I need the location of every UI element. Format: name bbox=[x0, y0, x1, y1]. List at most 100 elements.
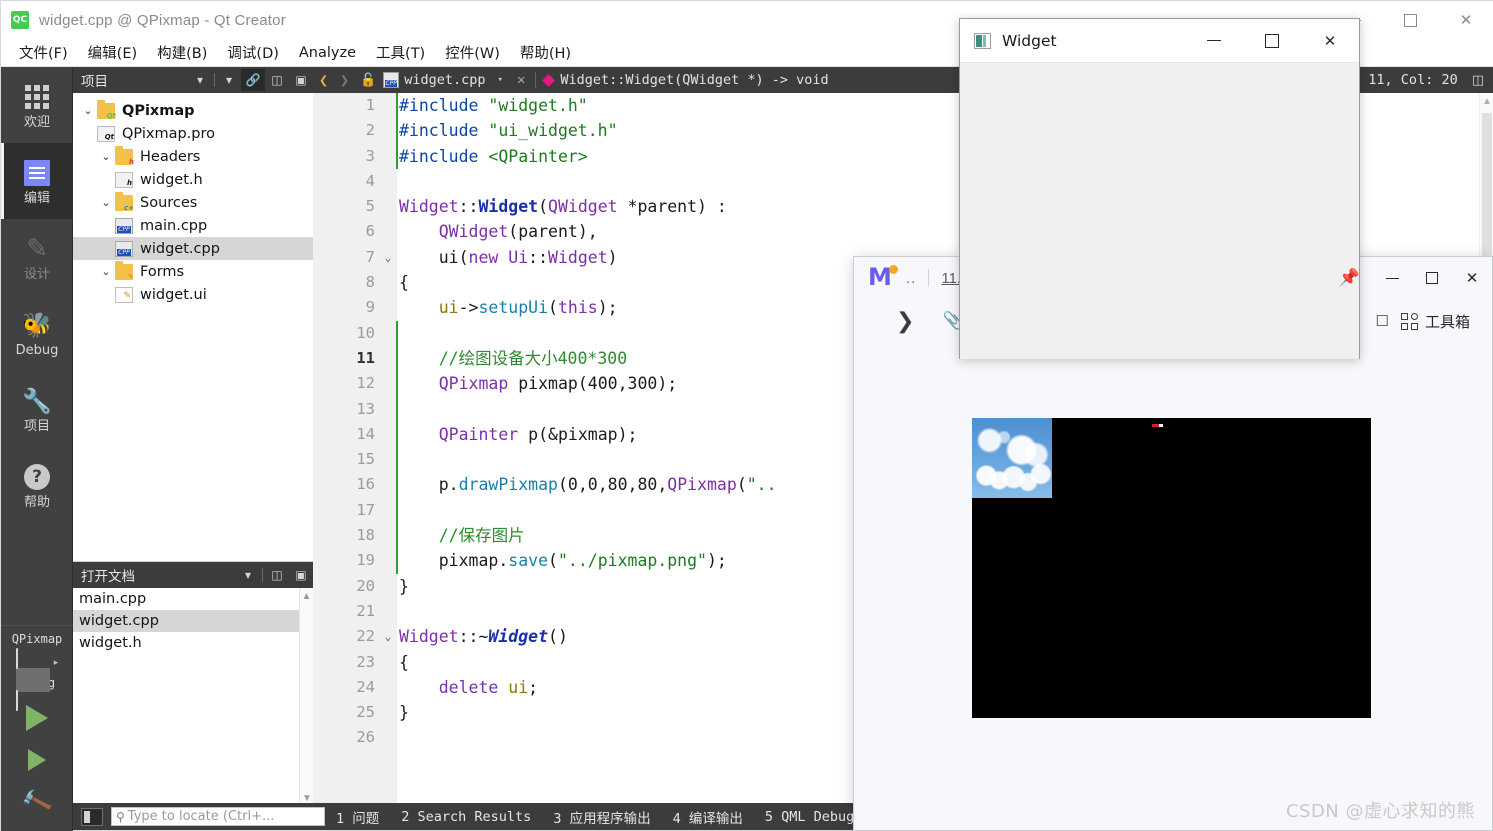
fold-chevron-icon[interactable]: ⌄ bbox=[381, 624, 395, 649]
modified-marker bbox=[396, 118, 398, 144]
tree-item-label: Headers bbox=[140, 148, 201, 165]
output-pane-appoutput[interactable]: 3 应用程序输出 bbox=[542, 807, 661, 827]
modified-marker bbox=[396, 93, 398, 119]
debug-button[interactable] bbox=[1, 740, 73, 780]
scroll-up-icon[interactable]: ▲ bbox=[1480, 93, 1493, 109]
close-button[interactable]: ✕ bbox=[1438, 1, 1493, 39]
viewer-maximize-button[interactable] bbox=[1412, 272, 1452, 284]
nav-forward-icon[interactable]: ❯ bbox=[334, 71, 355, 89]
mode-debug[interactable]: 🐝 Debug bbox=[1, 295, 73, 371]
toolbox-label[interactable]: 工具箱 bbox=[1425, 311, 1470, 332]
widget-close-button[interactable]: ✕ bbox=[1301, 19, 1359, 63]
list-item[interactable]: main.cpp bbox=[73, 588, 313, 610]
line-number: 22 bbox=[356, 627, 375, 646]
menu-widgets[interactable]: 控件(W) bbox=[435, 39, 510, 66]
chevron-down-icon[interactable]: ▾ bbox=[188, 69, 212, 91]
tree-item-label: widget.ui bbox=[140, 286, 207, 303]
open-documents-scrollbar[interactable]: ▲ ▼ bbox=[299, 588, 313, 806]
menu-build[interactable]: 构建(B) bbox=[147, 39, 217, 66]
chevron-down-icon[interactable]: ⌄ bbox=[97, 150, 115, 163]
square-icon[interactable]: ☐ bbox=[1376, 312, 1389, 330]
play-triangle-icon bbox=[26, 705, 48, 731]
open-documents-list: main.cpp widget.cpp widget.h ▲ ▼ bbox=[73, 588, 313, 806]
tree-item-qpixmap-pro[interactable]: Qt QPixmap.pro bbox=[73, 122, 313, 145]
unlocked-icon[interactable]: 🔓 bbox=[355, 73, 381, 88]
projects-panel-title: 项目 bbox=[81, 74, 108, 90]
menu-edit[interactable]: 编辑(E) bbox=[78, 39, 147, 66]
split-icon[interactable]: ◫ bbox=[265, 564, 289, 586]
list-item[interactable]: widget.h bbox=[73, 632, 313, 654]
menu-help[interactable]: 帮助(H) bbox=[510, 39, 581, 66]
bug-icon: 🐝 bbox=[22, 311, 52, 339]
fold-chevron-icon[interactable]: ⌄ bbox=[381, 245, 395, 270]
tree-item-widget-ui[interactable]: ✎ widget.ui bbox=[73, 283, 313, 306]
mode-design-label: 设计 bbox=[23, 267, 50, 282]
tree-item-widget-cpp[interactable]: CPP widget.cpp bbox=[73, 237, 313, 260]
chevron-down-icon[interactable]: ⌄ bbox=[97, 196, 115, 209]
code-text: ui(new Ui::Widget) bbox=[399, 247, 618, 267]
line-number: 4 bbox=[365, 171, 375, 190]
link-icon[interactable]: 🔗 bbox=[241, 69, 265, 91]
mode-projects[interactable]: 🔧 项目 bbox=[1, 371, 73, 447]
widget-maximize-button[interactable] bbox=[1243, 19, 1301, 63]
search-input[interactable]: ⚲ Type to locate (Ctrl+... bbox=[111, 807, 325, 826]
tree-item-sources[interactable]: ⌄ c+ Sources bbox=[73, 191, 313, 214]
tree-item-widget-h[interactable]: h widget.h bbox=[73, 168, 313, 191]
nav-back-icon[interactable]: ❮ bbox=[313, 71, 334, 89]
mode-edit[interactable]: 编辑 bbox=[1, 143, 73, 219]
chevron-down-icon[interactable]: ⌄ bbox=[97, 265, 115, 278]
red-marker bbox=[1152, 424, 1163, 427]
chevron-down-icon[interactable]: ▾ bbox=[492, 75, 509, 85]
dock-icon[interactable]: ▣ bbox=[289, 69, 313, 91]
close-icon[interactable]: ✕ bbox=[509, 72, 533, 88]
line-number: 24 bbox=[356, 677, 375, 696]
tree-item-label: widget.h bbox=[140, 171, 203, 188]
chevron-down-icon[interactable]: ⌄ bbox=[79, 104, 97, 117]
output-pane-search[interactable]: 2 Search Results bbox=[390, 809, 542, 825]
widget-minimize-button[interactable] bbox=[1185, 19, 1243, 63]
projects-panel-header: 项目 ▾ ▾ 🔗 ◫ ▣ bbox=[73, 67, 313, 93]
chevron-down-icon[interactable]: ▾ bbox=[236, 564, 260, 586]
tree-item-headers[interactable]: ⌄ h Headers bbox=[73, 145, 313, 168]
scroll-up-icon[interactable]: ▲ bbox=[300, 588, 313, 604]
menu-tools[interactable]: 工具(T) bbox=[366, 39, 435, 66]
tree-item-label: QPixmap.pro bbox=[122, 125, 215, 142]
line-number: 8 bbox=[365, 273, 375, 292]
menu-debug[interactable]: 调试(D) bbox=[217, 39, 288, 66]
dock-icon[interactable]: ▣ bbox=[289, 564, 313, 586]
split-icon[interactable]: ◫ bbox=[265, 69, 289, 91]
scrollbar-thumb[interactable] bbox=[1482, 113, 1492, 278]
tree-item-qpixmap[interactable]: ⌄ Qt QPixmap bbox=[73, 99, 313, 122]
mode-help[interactable]: ? 帮助 bbox=[1, 447, 73, 523]
filter-icon[interactable]: ▾ bbox=[217, 69, 241, 91]
monitor-icon[interactable]: ▸ bbox=[1, 648, 73, 711]
list-item[interactable]: widget.cpp bbox=[73, 610, 313, 632]
tree-item-forms[interactable]: ⌄ ✎ Forms bbox=[73, 260, 313, 283]
kit-arrow-icon: ▸ bbox=[53, 656, 59, 667]
hammer-icon: 🔨 bbox=[19, 785, 54, 818]
mode-design[interactable]: ✎ 设计 bbox=[1, 219, 73, 295]
build-button[interactable]: 🔨 bbox=[1, 780, 73, 824]
viewer-close-button[interactable]: ✕ bbox=[1452, 269, 1492, 287]
sidebar-toggle-icon[interactable] bbox=[81, 807, 103, 826]
viewer-minimize-button[interactable] bbox=[1372, 277, 1412, 279]
menu-file[interactable]: 文件(F) bbox=[9, 39, 78, 66]
split-editor-icon[interactable]: ◫ bbox=[1472, 73, 1493, 88]
line-number: 9 bbox=[365, 298, 375, 317]
tree-item-main-cpp[interactable]: CPP main.cpp bbox=[73, 214, 313, 237]
output-pane-compile[interactable]: 4 编译输出 bbox=[662, 807, 754, 827]
chevron-right-icon[interactable]: ❯ bbox=[896, 309, 914, 334]
run-button[interactable] bbox=[1, 696, 73, 740]
mode-welcome[interactable]: 欢迎 bbox=[1, 67, 73, 143]
menu-analyze[interactable]: Analyze bbox=[289, 42, 366, 64]
maximize-button[interactable] bbox=[1382, 1, 1438, 39]
divider bbox=[928, 269, 930, 287]
pencil-icon: ✎ bbox=[26, 234, 48, 264]
output-pane-issues[interactable]: 1 问题 bbox=[325, 807, 390, 827]
kit-project-name: QPixmap bbox=[11, 632, 63, 646]
pin-icon[interactable]: 📌 bbox=[1327, 268, 1372, 288]
mode-projects-label: 项目 bbox=[23, 419, 50, 434]
open-documents-title: 打开文档 bbox=[81, 569, 135, 585]
grid-4-icon[interactable] bbox=[1400, 312, 1418, 330]
code-text: pixmap.save("../pixmap.png"); bbox=[399, 551, 727, 571]
